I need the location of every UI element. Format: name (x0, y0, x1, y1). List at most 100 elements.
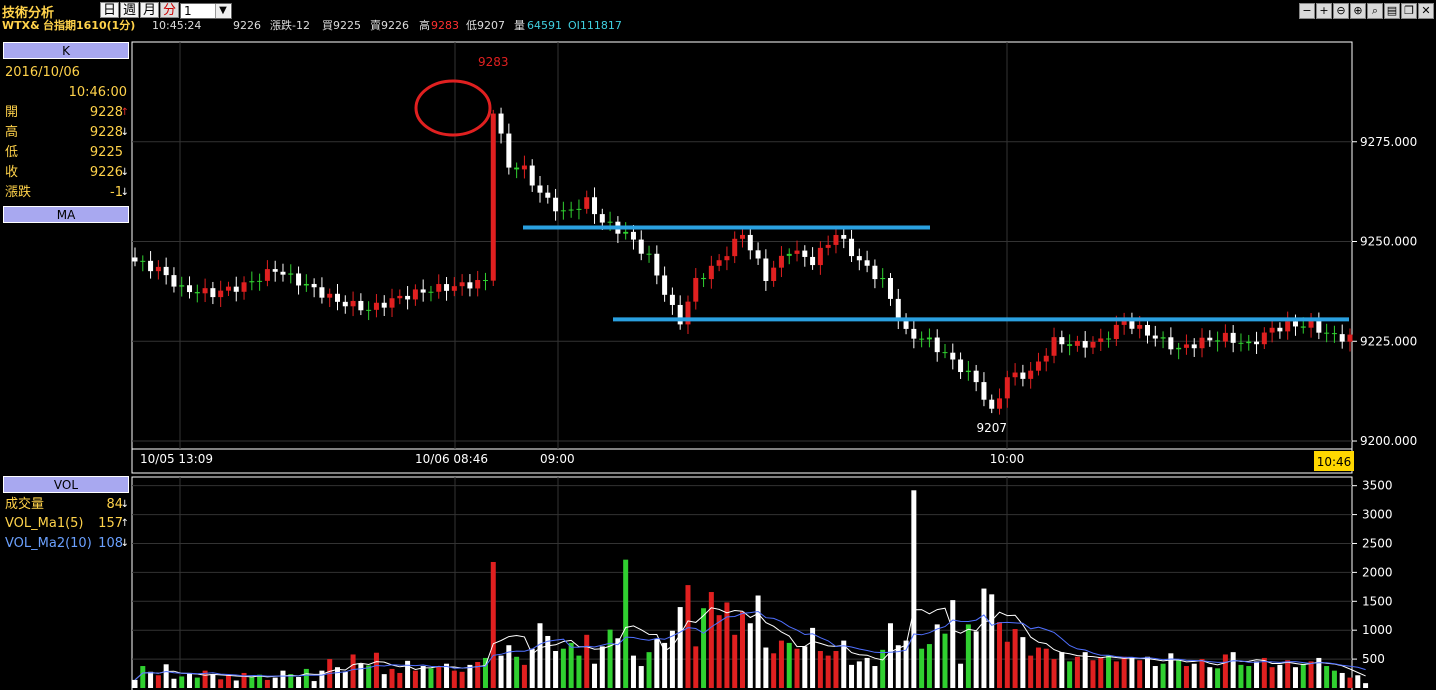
volume-bar (786, 642, 792, 688)
y-tick-label: 2500 (1362, 536, 1393, 550)
volume-bar (1051, 659, 1057, 688)
volume-bar (498, 655, 504, 688)
volume-bar (1230, 652, 1236, 688)
volume-bar (810, 627, 816, 688)
y-tick-label: 3000 (1362, 508, 1393, 522)
volume-bar (1152, 666, 1158, 688)
volume-bar (802, 646, 808, 688)
volume-bar (701, 608, 707, 688)
volume-bar (724, 602, 730, 688)
volume-bar (1324, 666, 1330, 688)
volume-bar (568, 642, 574, 688)
volume-bar (1300, 663, 1306, 688)
volume-bar (1082, 652, 1088, 688)
volume-chart[interactable]: 500 1000 1500 2000 2500 3000 3500 (0, 0, 1436, 690)
volume-bar (233, 680, 239, 688)
volume-bar (132, 679, 138, 688)
volume-bar (381, 674, 387, 688)
volume-bar (833, 651, 839, 688)
volume-bar (171, 678, 177, 688)
volume-bar (903, 640, 909, 688)
volume-bar (521, 664, 527, 688)
volume-bar (1113, 661, 1119, 688)
volume-bar (1074, 656, 1080, 688)
volume-bar (669, 630, 675, 688)
volume-bar (280, 670, 286, 688)
volume-bar (1035, 647, 1041, 688)
volume-bar (358, 663, 364, 688)
volume-bar (841, 640, 847, 688)
volume-bar (1331, 670, 1337, 688)
volume-bar (1145, 656, 1150, 688)
volume-bar (1067, 661, 1073, 688)
y-tick-label: 1500 (1362, 594, 1393, 608)
volume-bar (1285, 660, 1291, 688)
volume-bar (187, 672, 193, 688)
volume-bar (638, 666, 644, 688)
volume-bar (1059, 652, 1065, 688)
volume-bar (997, 622, 1003, 688)
volume-bar (817, 651, 823, 688)
volume-bar (412, 670, 418, 688)
volume-bar (1129, 657, 1135, 688)
volume-bar (576, 655, 582, 688)
volume-bar (755, 595, 761, 688)
volume-bar (163, 664, 169, 688)
volume-bar (1308, 661, 1314, 688)
volume-bar (1261, 657, 1267, 688)
volume-bar (771, 653, 777, 688)
volume-bar (646, 652, 652, 688)
volume-bar (1137, 660, 1143, 688)
volume-bar (1347, 677, 1353, 688)
volume-bar (615, 638, 621, 688)
volume-bar (630, 655, 636, 688)
volume-bar (342, 671, 348, 688)
volume-bar (592, 663, 598, 688)
volume-bar (778, 640, 784, 688)
volume-bar (1106, 655, 1112, 688)
volume-bar (553, 651, 559, 688)
volume-bar (389, 668, 395, 688)
volume-bar (856, 661, 862, 688)
volume-bar (467, 664, 473, 688)
volume-bar (887, 623, 893, 688)
volume-bar (148, 671, 154, 688)
y-tick-label: 3500 (1362, 479, 1393, 493)
volume-bar (1269, 667, 1275, 688)
volume-bar (1199, 659, 1205, 688)
volume-bar (654, 638, 660, 688)
volume-bar (155, 675, 161, 688)
volume-bar (973, 631, 979, 688)
volume-bar (864, 657, 870, 688)
volume-bar (218, 679, 224, 688)
volume-bar (1121, 656, 1127, 688)
volume-bar (965, 624, 971, 688)
y-tick-label: 500 (1362, 652, 1385, 666)
volume-bar (436, 666, 442, 688)
volume-bar (1363, 683, 1369, 688)
volume-bar (272, 677, 278, 688)
volume-bar (1191, 663, 1197, 688)
volume-bar (623, 559, 629, 688)
volume-bar (459, 671, 465, 688)
volume-bar (311, 681, 317, 688)
volume-bar (194, 677, 200, 688)
volume-bar (482, 657, 488, 688)
volume-bar (420, 666, 426, 688)
volume-bar (1020, 637, 1026, 688)
volume-bar (989, 594, 995, 688)
volume-bar (740, 611, 745, 688)
volume-bar (1004, 641, 1010, 688)
volume-bar (1277, 664, 1283, 688)
volume-bar (225, 675, 231, 688)
volume-bar (1238, 664, 1244, 688)
volume-bar (1215, 668, 1221, 688)
volume-bar (1339, 672, 1345, 688)
volume-bar (373, 652, 379, 688)
volume-bar (584, 634, 590, 688)
volume-bar (716, 615, 722, 688)
volume-bar (981, 588, 987, 688)
volume-bar (911, 490, 917, 688)
volume-bar (537, 623, 543, 688)
volume-bar (303, 668, 309, 688)
